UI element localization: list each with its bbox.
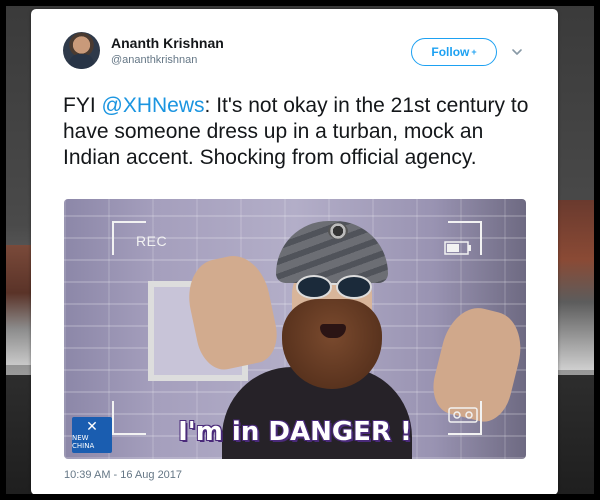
tweet-media-image[interactable]: REC ✕ NEW CHINA I'm in DANGER ! bbox=[64, 199, 526, 459]
chevron-down-icon[interactable] bbox=[510, 45, 524, 59]
follow-button[interactable]: Follow + bbox=[411, 38, 497, 66]
user-name[interactable]: Ananth Krishnan bbox=[111, 35, 224, 51]
tweet-timestamp[interactable]: 10:39 AM - 16 Aug 2017 bbox=[64, 469, 182, 481]
video-caption: I'm in DANGER ! bbox=[178, 417, 412, 447]
follow-label: Follow bbox=[431, 45, 470, 59]
turban-brooch bbox=[328, 223, 348, 239]
background-building-left bbox=[0, 245, 34, 365]
rec-label: REC bbox=[136, 233, 168, 249]
tweet-text-prefix: FYI bbox=[63, 94, 102, 117]
battery-icon bbox=[444, 241, 471, 255]
plus-icon: + bbox=[471, 47, 477, 57]
avatar[interactable] bbox=[63, 32, 100, 69]
tweet-text: FYI @XHNews: It's not okay in the 21st c… bbox=[63, 93, 533, 171]
user-handle[interactable]: @ananthkrishnan bbox=[111, 54, 197, 66]
mention-link[interactable]: @XHNews bbox=[102, 94, 205, 117]
sunglasses bbox=[296, 275, 372, 299]
tweet-card: Ananth Krishnan @ananthkrishnan Follow +… bbox=[31, 9, 558, 495]
